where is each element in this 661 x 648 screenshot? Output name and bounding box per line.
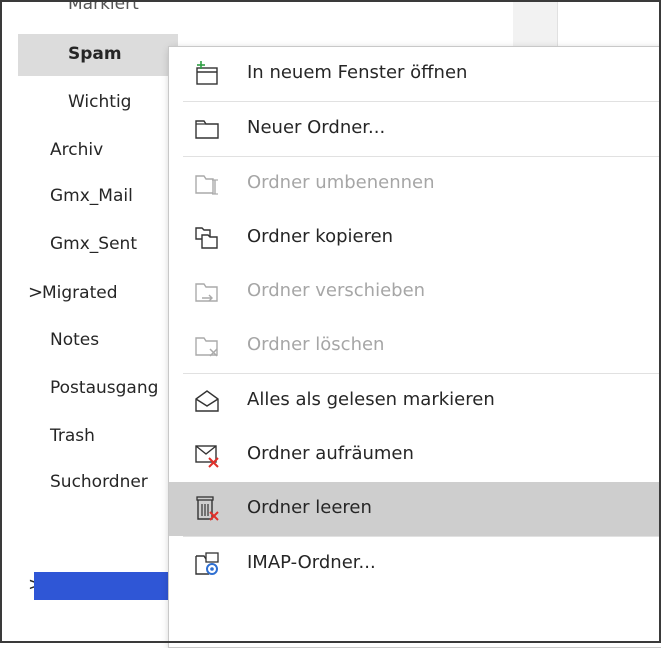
menu-item-delete-folder[interactable]: Ordner löschen <box>169 319 661 373</box>
menu-item-mark-all-read[interactable]: Alles als gelesen markieren <box>169 374 661 428</box>
menu-item-empty-folder[interactable]: Ordner leeren <box>169 482 661 536</box>
mark-read-icon <box>195 390 219 412</box>
empty-folder-icon <box>196 496 219 521</box>
folder-context-menu: In neuem Fenster öffnen Neuer Ordner... … <box>168 46 661 648</box>
delete-folder-icon <box>195 337 218 357</box>
menu-item-open-new-window[interactable]: In neuem Fenster öffnen <box>169 47 661 101</box>
folder-item-spam[interactable]: Spam <box>68 44 122 64</box>
folder-item-gmx-mail[interactable]: Gmx_Mail <box>50 186 133 206</box>
new-window-icon <box>196 61 218 85</box>
rename-folder-icon <box>195 175 218 195</box>
menu-item-rename-folder[interactable]: Ordner umbenennen <box>169 157 661 211</box>
menu-item-label: Ordner kopieren <box>247 226 394 247</box>
move-folder-icon <box>195 283 218 302</box>
chevron-right-icon[interactable]: > <box>28 282 43 303</box>
menu-item-clean-up-folder[interactable]: Ordner aufräumen <box>169 428 661 482</box>
folder-item-gmx-sent[interactable]: Gmx_Sent <box>50 234 137 254</box>
folder-item-postausgang[interactable]: Postausgang <box>50 378 158 398</box>
clean-up-folder-icon <box>195 445 219 468</box>
menu-item-label: Alles als gelesen markieren <box>247 389 495 410</box>
menu-item-label: Ordner umbenennen <box>247 172 435 193</box>
imap-folder-icon <box>195 552 219 575</box>
new-folder-icon <box>195 120 219 139</box>
folder-item-trash[interactable]: Trash <box>50 426 95 446</box>
menu-item-new-folder[interactable]: Neuer Ordner... <box>169 102 661 156</box>
folder-item-wichtig[interactable]: Wichtig <box>68 92 131 112</box>
menu-item-copy-folder[interactable]: Ordner kopieren <box>169 211 661 265</box>
menu-item-label: Ordner löschen <box>247 334 385 355</box>
menu-item-label: Ordner aufräumen <box>247 443 414 464</box>
menu-item-label: In neuem Fenster öffnen <box>247 62 468 83</box>
folder-item-suchordner[interactable]: Suchordner <box>50 472 148 492</box>
menu-item-label: Ordner leeren <box>247 497 372 518</box>
folder-item-migrated[interactable]: Migrated <box>42 283 118 303</box>
menu-item-label: Ordner verschieben <box>247 280 426 301</box>
folder-item-notes[interactable]: Notes <box>50 330 99 350</box>
menu-item-label: Neuer Ordner... <box>247 117 386 138</box>
menu-item-move-folder[interactable]: Ordner verschieben <box>169 265 661 319</box>
folder-item-archiv[interactable]: Archiv <box>50 140 103 160</box>
copy-folder-icon <box>195 227 218 249</box>
menu-item-imap-folder[interactable]: IMAP-Ordner... <box>169 537 661 591</box>
folder-item-markiert[interactable]: Markiert <box>68 0 139 14</box>
account-name-redacted[interactable] <box>34 572 172 600</box>
menu-item-label: IMAP-Ordner... <box>247 552 376 573</box>
